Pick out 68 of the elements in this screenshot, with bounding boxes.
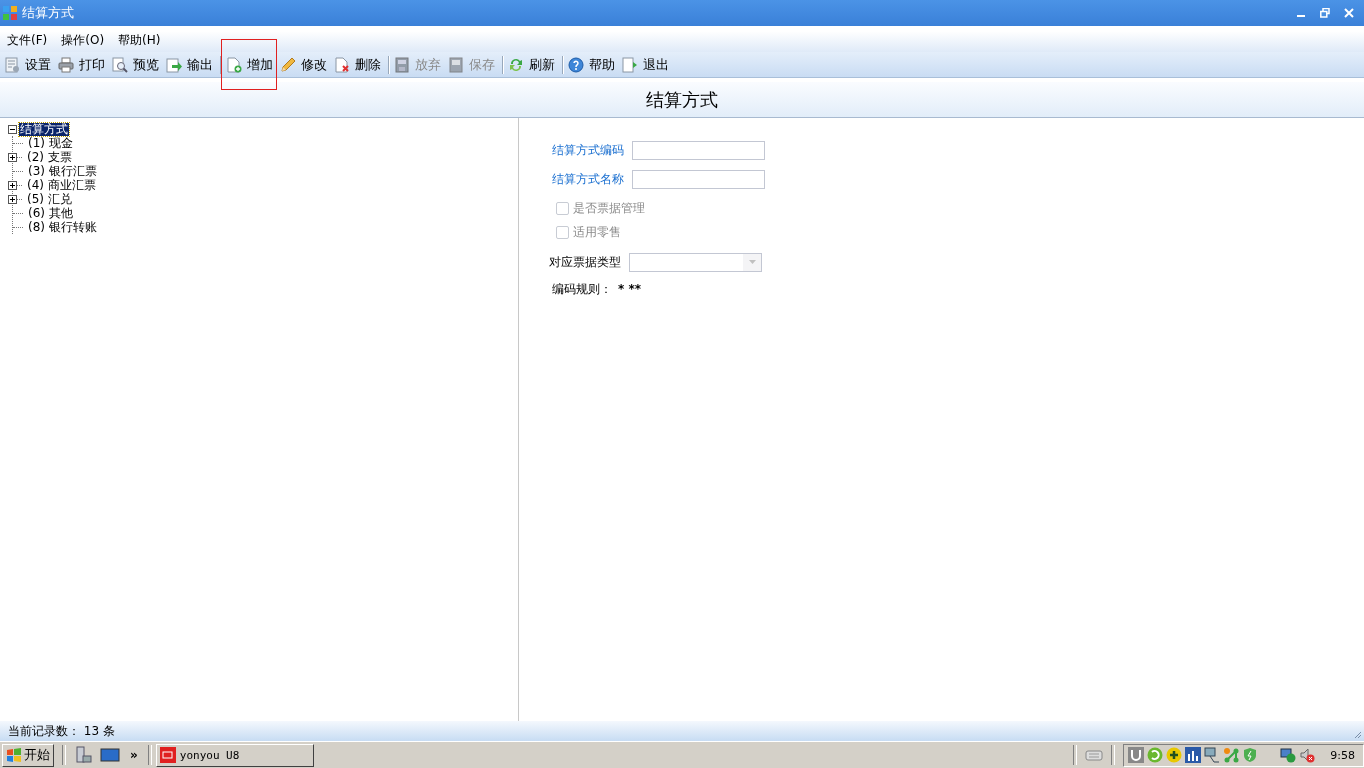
expand-icon[interactable]	[8, 180, 17, 190]
field-label: 对应票据类型	[549, 253, 621, 271]
shield-icon[interactable]	[1242, 747, 1259, 763]
toolbar-button[interactable]: 帮助	[566, 53, 620, 76]
pencil-icon	[280, 56, 296, 73]
caret-icon	[748, 260, 756, 264]
app-logo-icon	[159, 747, 176, 763]
monitor-icon[interactable]	[100, 747, 120, 763]
plus-circle-icon[interactable]	[1166, 747, 1183, 763]
checkbox-label: 是否票据管理	[573, 199, 645, 217]
toolbar-button[interactable]: 刷新	[506, 53, 560, 76]
window-title: 结算方式	[22, 4, 75, 22]
taskbar-button[interactable]: yonyou U8	[155, 743, 314, 767]
toolbar-button[interactable]: 删除	[332, 53, 386, 76]
input-field[interactable]	[632, 169, 765, 189]
page-plus-icon	[226, 56, 242, 73]
checkbox-label: 适用零售	[573, 223, 621, 241]
toolbar-button[interactable]: 输出	[164, 53, 218, 76]
network-computer-icon[interactable]	[1204, 747, 1221, 763]
tree-node[interactable]: (8) 银行转账	[27, 220, 98, 234]
tree-node[interactable]: (4) 商业汇票	[26, 178, 97, 192]
menu-item[interactable]: 操作(O)	[54, 32, 112, 49]
start-button[interactable]: 开始	[2, 743, 54, 767]
keyboard-icon	[1085, 748, 1104, 762]
printer-icon	[58, 56, 74, 73]
windows-flag-icon	[6, 747, 22, 763]
resize-grip-icon	[1354, 731, 1362, 739]
page-heading: 结算方式	[646, 87, 718, 112]
chart-icon[interactable]	[1185, 747, 1202, 763]
horseshoe-icon[interactable]	[1128, 747, 1145, 763]
speaker-muted-icon[interactable]	[1299, 747, 1316, 763]
circular-arrows-icon	[508, 56, 524, 73]
toolbar-button[interactable]: 增加	[224, 53, 278, 76]
toolbar-button[interactable]: 预览	[110, 53, 164, 76]
tree-node[interactable]: (6) 其他	[27, 206, 74, 220]
tree-node[interactable]: (3) 银行汇票	[27, 164, 98, 178]
computer-tower-icon[interactable]	[74, 746, 92, 764]
page-cross-icon	[334, 56, 350, 73]
network-globe-icon[interactable]	[1280, 747, 1297, 763]
toolbar-button[interactable]: 退出	[620, 53, 674, 76]
expand-icon[interactable]	[8, 194, 17, 204]
menu-item[interactable]: 帮助(H)	[111, 32, 168, 49]
record-count: 当前记录数： 13 条	[8, 722, 115, 740]
toolbar-button[interactable]: 打印	[56, 53, 110, 76]
field-label: 结算方式编码	[552, 141, 624, 159]
field-label: 结算方式名称	[552, 170, 624, 188]
collapse-icon[interactable]	[8, 124, 17, 134]
tree-node[interactable]: (5) 汇兑	[26, 192, 73, 206]
toolbar-button[interactable]: 设置	[2, 53, 56, 76]
app-logo-icon	[2, 5, 18, 21]
toolbar-button[interactable]: 修改	[278, 53, 332, 76]
clock: 9:58	[1330, 748, 1355, 762]
magnifier-page-icon	[112, 56, 128, 73]
tree-node[interactable]: 结算方式	[19, 122, 69, 136]
door-arrow-icon	[622, 56, 638, 73]
input-field[interactable]	[632, 140, 765, 160]
tree-node[interactable]: (2) 支票	[26, 150, 73, 164]
restore-icon[interactable]	[1320, 8, 1330, 18]
field-label: 编码规则：	[552, 280, 612, 298]
expand-icon[interactable]	[8, 152, 17, 162]
rule-value: * **	[618, 282, 641, 296]
tree-node[interactable]: (1) 现金	[27, 136, 74, 150]
settings-icon	[4, 56, 20, 73]
menu-item[interactable]: 文件(F)	[0, 32, 55, 49]
help-icon	[568, 56, 584, 73]
close-icon[interactable]	[1344, 8, 1354, 18]
more-button[interactable]: »	[130, 748, 138, 762]
connected-nodes-icon[interactable]	[1223, 747, 1240, 763]
